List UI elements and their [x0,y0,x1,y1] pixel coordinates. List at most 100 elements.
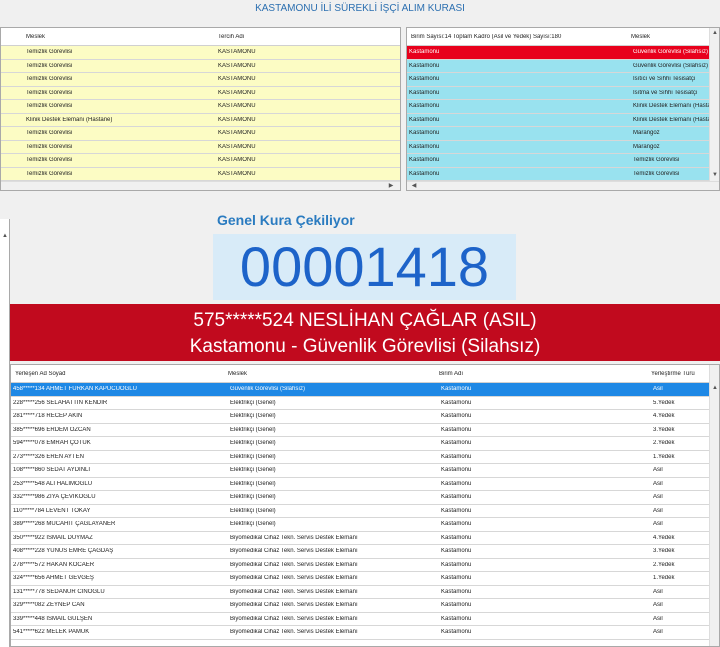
results-table-row[interactable]: 594*****078 EMRAH ÇOTUK Elektrikçi (Genel… [11,437,719,451]
unit-table-row[interactable]: Kastamonu Güvenlik Görevlisi (Silahsız) [407,59,719,73]
col-header-birim-adi[interactable]: Birim Adı [439,371,651,377]
preference-table-cell: Temizlik Görevlisi [26,170,73,177]
preference-table-cell: KASTAMONU [218,157,256,164]
unit-table-row[interactable]: Kastamonu Klinik Destek Elemanı (Hastane) [407,100,719,114]
results-table-cell: Elektrikçi (Genel) [230,453,276,460]
preference-table-row[interactable]: Klinik Destek Elemanı (Hastane) KASTAMONU [1,113,400,127]
vertical-scrollbar[interactable]: ▲ ▼ [709,28,719,190]
unit-table-row[interactable]: Kastamonu Marangoz [407,140,719,154]
unit-table[interactable]: Birim Sayısı:14 Toplam Kadro (Asil ve Ye… [406,27,720,191]
preference-table-cell: Klinik Destek Elemanı (Hastane) [26,116,113,123]
preference-table-row[interactable]: Temizlik Görevlisi KASTAMONU [1,46,400,60]
results-table-row[interactable]: 389*****268 MÜCAHİT ÇAĞLAYANER Elektrikçi… [11,518,719,532]
up-arrow-icon[interactable]: ▲ [710,30,719,36]
results-table-row[interactable]: 228*****256 SELAHATTİN KENDİR Elektrikçi … [11,396,719,410]
col-header-ad-soyad[interactable]: Yerleşen Ad Soyad [11,371,228,377]
results-table-row[interactable]: 408*****228 YUNUS EMRE ÇAĞDAŞ Biyomedikal… [11,545,719,559]
unit-table-row[interactable]: Kastamonu Isıtıcı ve Sıhhi Tesisatçı [407,73,719,87]
results-table-header: Yerleşen Ad Soyad Meslek Birim Adı Yerle… [11,365,719,383]
results-table-cell: Elektrikçi (Genel) [230,413,276,420]
results-table-cell: Kastamonu [441,602,472,609]
results-table-row[interactable]: 329*****082 ZEYNEP CAN Biyomedikal Cihaz … [11,599,719,613]
results-table-cell: Biyomedikal Cihaz Tekn. Servis Destek El… [230,548,358,555]
col-header-meslek[interactable]: Meslek [26,34,218,40]
results-vertical-scrollbar[interactable]: ▲ [709,365,719,646]
unit-table-row[interactable]: Kastamonu Temizlik Görevlisi [407,154,719,168]
results-table-row[interactable]: 281*****718 RECEP AKIN Elektrikçi (Genel)… [11,410,719,424]
preference-table-row[interactable]: Temizlik Görevlisi KASTAMONU [1,59,400,73]
results-table-cell: Kastamonu [441,480,472,487]
results-table-cell: 408*****228 YUNUS EMRE ÇAĞDAŞ [13,548,114,555]
preference-table-row[interactable]: Temizlik Görevlisi KASTAMONU [1,140,400,154]
preference-table-row[interactable]: Temizlik Görevlisi KASTAMONU [1,167,400,181]
results-table-cell: 594*****078 EMRAH ÇOTUK [13,440,91,447]
unit-table-cell: Klinik Destek Elemanı (Hastane) [633,103,711,110]
results-table-cell: Elektrikçi (Genel) [230,426,276,433]
results-table-cell: Kastamonu [441,629,472,636]
unit-table-row[interactable]: Kastamonu Marangoz [407,127,719,141]
results-table-row[interactable]: 541*****622 MELEK PAMUK Biyomedikal Cihaz… [11,626,719,640]
unit-table-row[interactable]: Kastamonu Klinik Destek Elemanı (Hastane) [407,113,719,127]
results-table-cell: 2.Yedek [653,561,675,568]
results-table-cell: Asil [653,494,663,501]
up-arrow-icon[interactable]: ▲ [710,385,719,391]
results-table-cell: 228*****256 SELAHATTİN KENDİR [13,399,108,406]
results-table-cell: Kastamonu [441,615,472,622]
preference-table-row[interactable]: Temizlik Görevlisi KASTAMONU [1,154,400,168]
results-table-cell: 273*****326 EREN AYTEN [13,453,84,460]
results-table-cell: Kastamonu [441,588,472,595]
right-arrow-icon[interactable]: ▶ [386,182,396,189]
preference-table[interactable]: Meslek Tercih Adı Temizlik Görevlisi KAST… [0,27,401,191]
results-table-row[interactable]: 108*****860 SEDAT AYDINLI Elektrikçi (Gen… [11,464,719,478]
preference-table-row[interactable]: Temizlik Görevlisi KASTAMONU [1,127,400,141]
results-table-row[interactable]: 131*****778 SEDANUR CINOĞLU Biyomedikal C… [11,585,719,599]
results-table-row[interactable]: 324*****656 AHMET GEVGEŞ Biyomedikal Ciha… [11,572,719,586]
results-table[interactable]: Yerleşen Ad Soyad Meslek Birim Adı Yerle… [10,364,720,647]
col-header-tercih-adi[interactable]: Tercih Adı [218,34,393,40]
results-table-cell: 108*****860 SEDAT AYDINLI [13,467,91,474]
col-header-birim[interactable]: Birim Sayısı:14 Toplam Kadro (Asil ve Ye… [407,34,631,40]
left-arrow-icon[interactable]: ◀ [409,182,419,189]
unit-table-row[interactable]: Kastamonu Güvenlik Görevlisi (Silahsız) [407,46,719,60]
results-table-cell: 350*****922 İSMAİL DUYMAZ [13,534,93,541]
results-table-row[interactable]: 110*****784 LEVENT TOKAY Elektrikçi (Gene… [11,504,719,518]
results-table-row[interactable]: 278*****572 HAKAN KOCAER Biyomedikal Ciha… [11,558,719,572]
results-table-cell: Kastamonu [441,507,472,514]
results-table-cell: Kastamonu [441,426,472,433]
page-title: KASTAMONU İLİ SÜREKLİ İŞÇİ ALIM KURASI [255,3,465,14]
unit-table-row[interactable]: Kastamonu Isıtma ve Sıhhi Tesisatçı [407,86,719,100]
col-header-meslek-results[interactable]: Meslek [228,371,439,377]
results-table-row[interactable]: 332*****986 ZİYA ÇEVİKOĞLU Elektrikçi (Ge… [11,491,719,505]
preference-table-row[interactable]: Temizlik Görevlisi KASTAMONU [1,73,400,87]
unit-table-cell: Isıtıcı ve Sıhhi Tesisatçı [633,76,696,83]
results-table-cell: Kastamonu [441,440,472,447]
preference-table-cell: Temizlik Görevlisi [26,89,73,96]
results-table-row[interactable]: 350*****922 İSMAİL DUYMAZ Biyomedikal Cih… [11,531,719,545]
preference-table-cell: Temizlik Görevlisi [26,49,73,56]
results-table-cell: Elektrikçi (Genel) [230,494,276,501]
col-header-meslek-right[interactable]: Meslek [631,34,711,40]
col-header-yerlestirme[interactable]: Yerleştirme Türü [651,371,711,377]
results-table-cell: Kastamonu [441,494,472,501]
draw-counter: 00001418 [213,234,516,300]
results-table-row[interactable]: 253*****548 ALİ HALİMOĞLU Elektrikçi (Gen… [11,477,719,491]
results-table-row[interactable]: 273*****326 EREN AYTEN Elektrikçi (Genel)… [11,450,719,464]
results-table-cell: Güvenlik Görevlisi (Silahsız) [230,386,306,393]
preference-table-row[interactable]: Temizlik Görevlisi KASTAMONU [1,86,400,100]
results-table-cell: Elektrikçi (Genel) [230,399,276,406]
results-table-cell: Biyomedikal Cihaz Tekn. Servis Destek El… [230,615,358,622]
results-table-row[interactable]: 385*****696 ERDEM ÖZCAN Elektrikçi (Genel… [11,423,719,437]
results-table-row[interactable]: 339*****448 İSMAİL GÜLŞEN Biyomedikal Cih… [11,612,719,626]
results-table-cell: Elektrikçi (Genel) [230,467,276,474]
up-arrow-icon[interactable]: ▲ [0,233,10,239]
preference-table-row[interactable]: Temizlik Görevlisi KASTAMONU [1,100,400,114]
unit-table-row[interactable]: Kastamonu Temizlik Görevlisi [407,167,719,181]
results-table-cell: 3.Yedek [653,548,675,555]
results-table-cell: 389*****268 MÜCAHİT ÇAĞLAYANER [13,521,116,528]
results-table-cell: Kastamonu [441,521,472,528]
horizontal-scrollbar-right[interactable]: ◀ [407,181,719,190]
horizontal-scrollbar[interactable]: ▶ [1,181,400,190]
left-scrollbar[interactable]: ▲ [0,219,10,647]
down-arrow-icon[interactable]: ▼ [710,172,719,178]
results-table-row[interactable]: 458*****134 AHMET FURKAN KAPUCUOĞLU Güven… [11,383,719,397]
